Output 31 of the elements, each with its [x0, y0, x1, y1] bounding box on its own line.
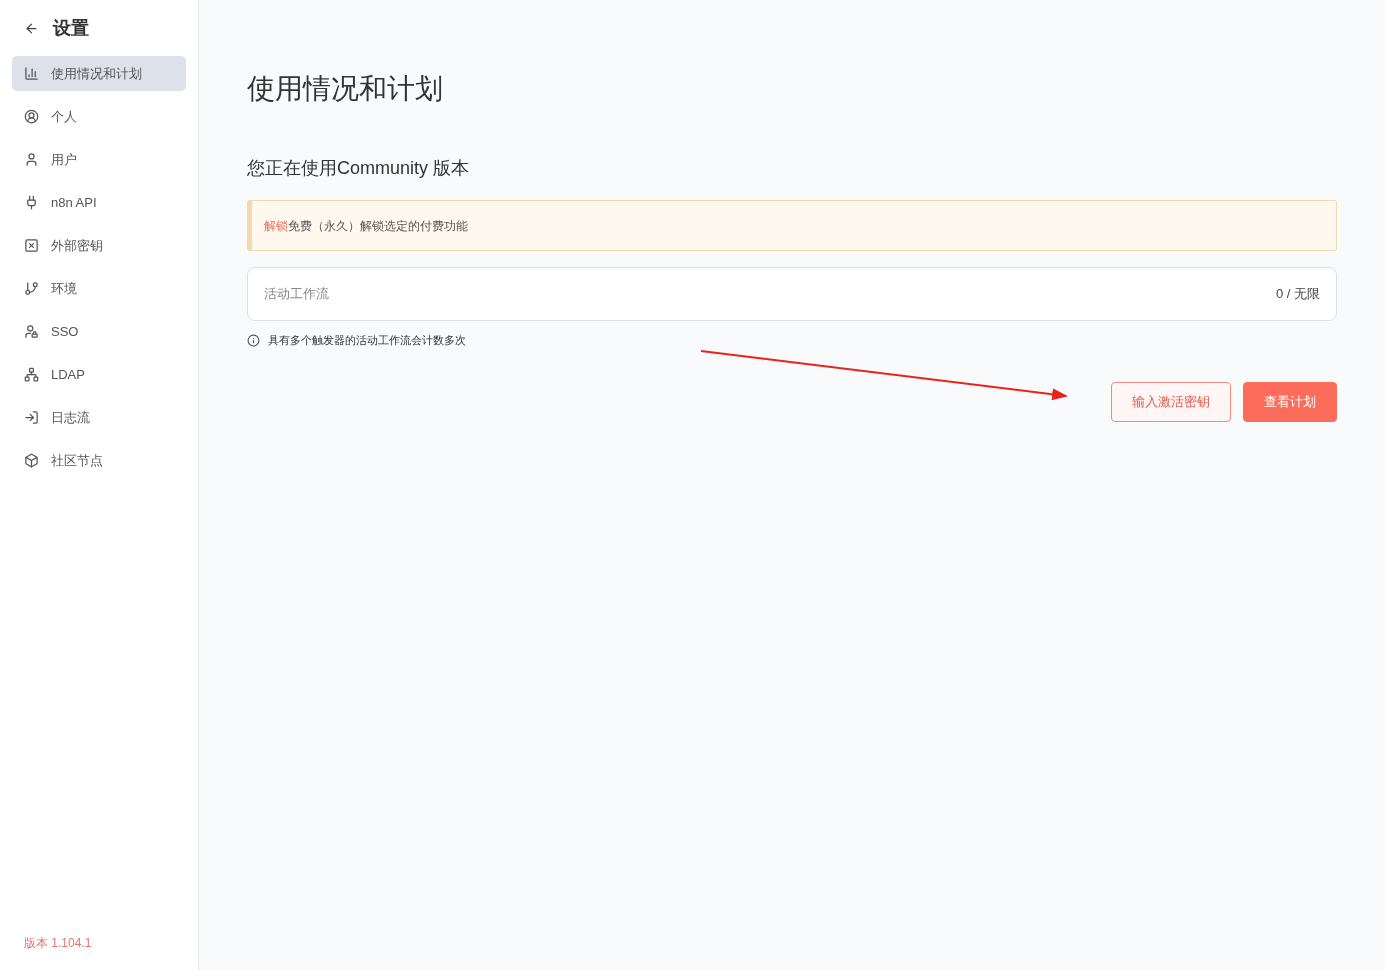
sidebar-item[interactable]: 使用情况和计划	[12, 56, 186, 91]
back-icon[interactable]	[24, 20, 39, 36]
info-icon	[247, 334, 260, 347]
sidebar-item[interactable]: 环境	[12, 271, 186, 306]
sidebar-item[interactable]: SSO	[12, 314, 186, 349]
hint-text: 具有多个触发器的活动工作流会计数多次	[268, 333, 466, 348]
menu-item-icon	[24, 66, 39, 81]
menu-item-icon	[24, 453, 39, 468]
section-subtitle: 您正在使用Community 版本	[247, 157, 471, 180]
menu-item-icon	[24, 238, 39, 253]
menu-item-icon	[24, 195, 39, 210]
menu-item-icon	[24, 109, 39, 124]
version-label: 版本 1.104.1	[23, 935, 93, 952]
sidebar-item[interactable]: LDAP	[12, 357, 186, 392]
sidebar-item[interactable]: n8n API	[12, 185, 186, 220]
menu-item-icon	[24, 281, 39, 296]
page-title: 使用情况和计划	[247, 72, 444, 106]
sidebar-title: 设置	[53, 17, 89, 40]
sidebar-item[interactable]: 外部密钥	[12, 228, 186, 263]
sidebar-item[interactable]: 用户	[12, 142, 186, 177]
menu-item-icon	[24, 324, 39, 339]
usage-label: 活动工作流	[264, 285, 329, 303]
sidebar-item[interactable]: 个人	[12, 99, 186, 134]
menu-item-icon	[24, 410, 39, 425]
menu-item-icon	[24, 152, 39, 167]
sidebar-item[interactable]: 社区节点	[12, 443, 186, 478]
usage-value: 0 / 无限	[1275, 285, 1320, 303]
menu-item-icon	[24, 367, 39, 382]
sidebar-item[interactable]: 日志流	[12, 400, 186, 435]
enter-key-button[interactable]: 输入激活密钥	[1111, 382, 1231, 422]
notice-text: 解锁免费（永久）解锁选定的付费功能	[264, 219, 468, 233]
